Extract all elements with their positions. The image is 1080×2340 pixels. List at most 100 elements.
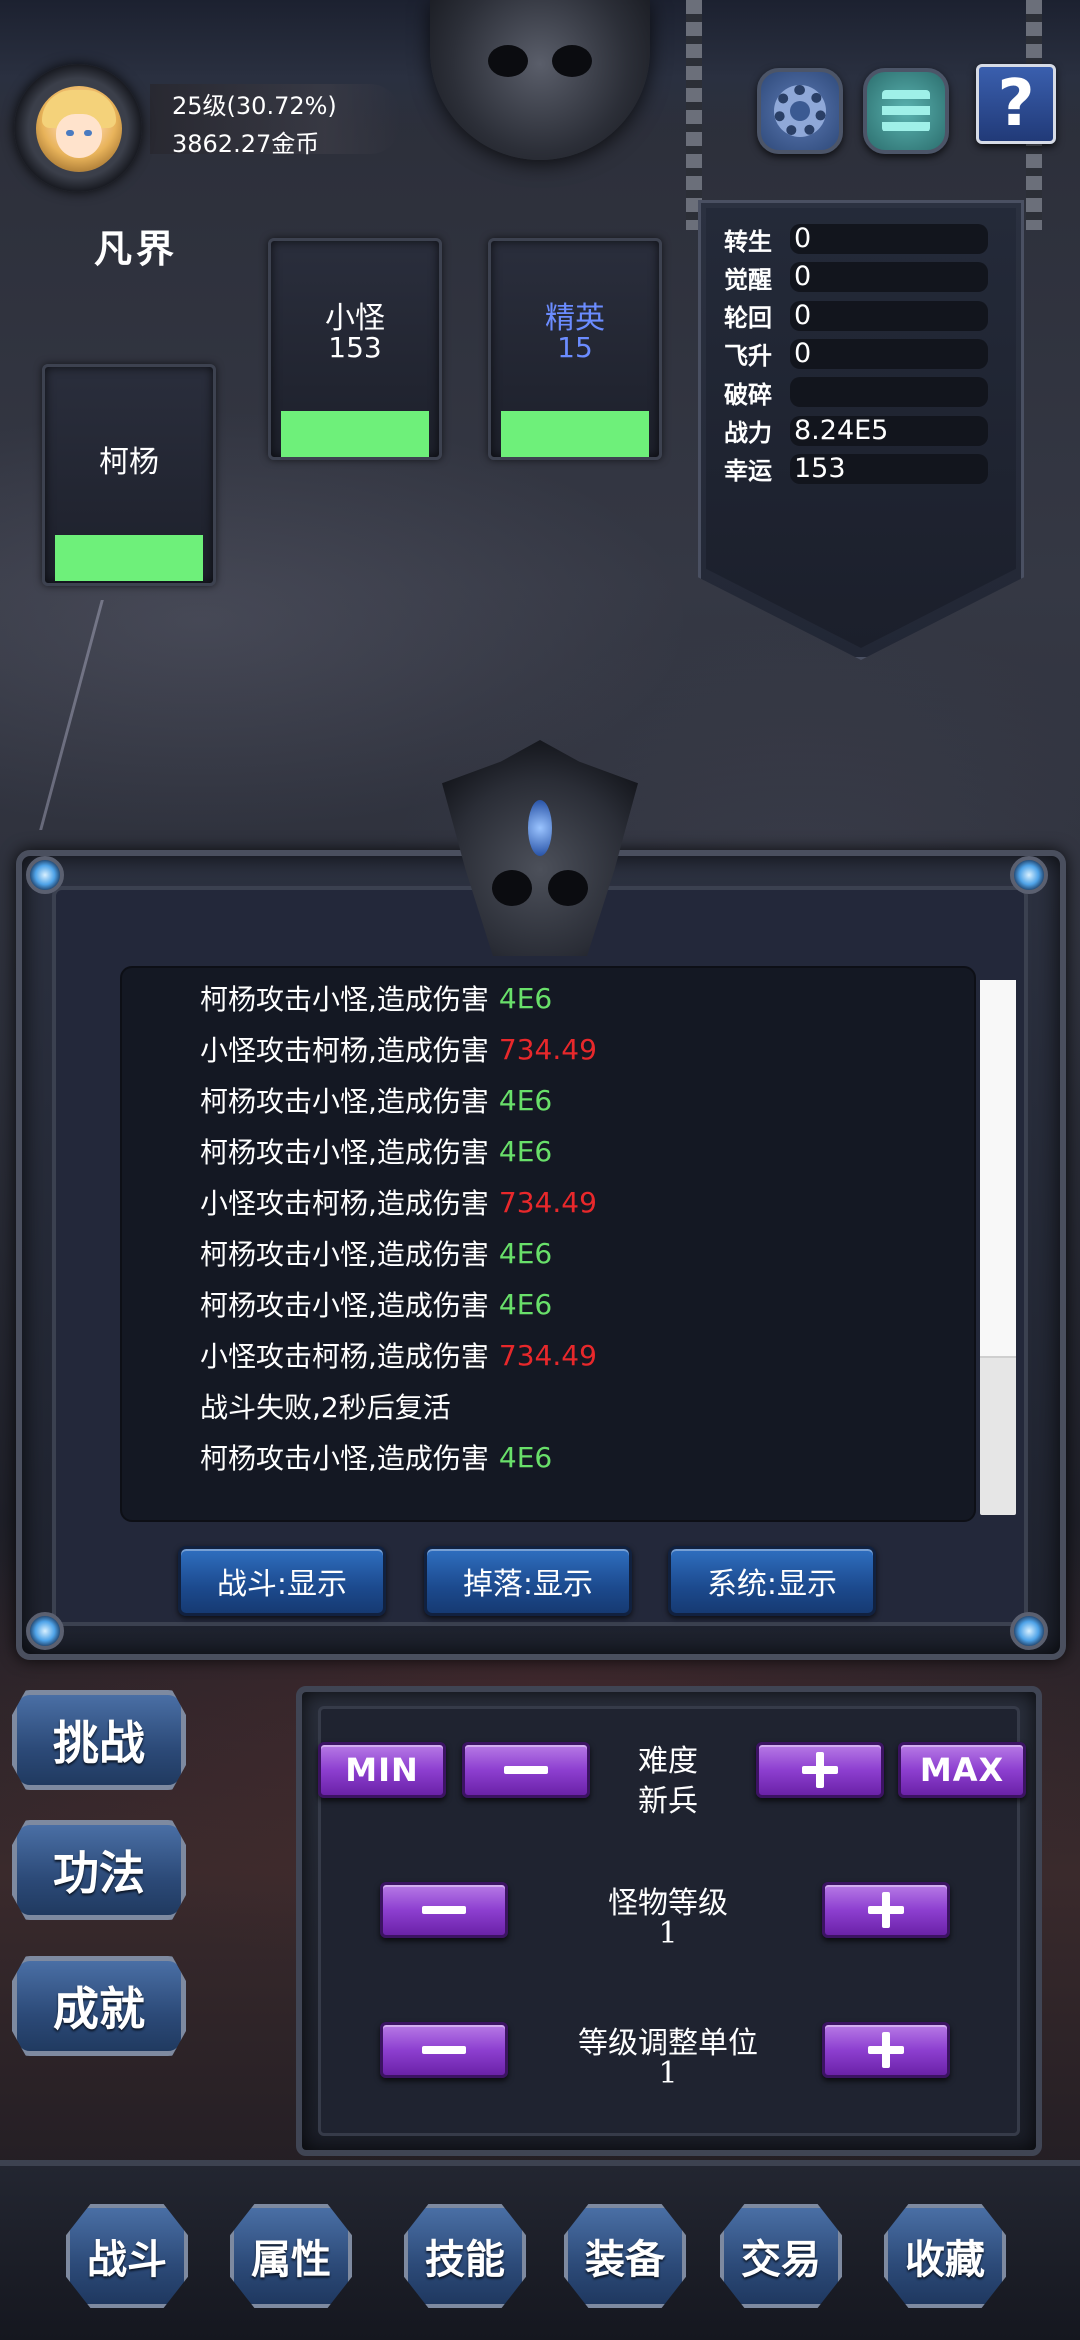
log-entry: 小怪攻击柯杨,造成伤害 734.49 (200, 1335, 597, 1375)
log-entry-text: 柯杨攻击小怪,造成伤害 (200, 1238, 489, 1271)
plus-icon (868, 2032, 904, 2068)
log-entry-damage: 734.49 (498, 1338, 597, 1372)
stat-value: 8.24E5 (790, 415, 988, 446)
log-entry-text: 柯杨攻击小怪,造成伤害 (200, 983, 489, 1016)
log-entry: 柯杨攻击小怪,造成伤害 4E6 (200, 1437, 552, 1477)
system-filter-button[interactable]: 系统:显示 (668, 1546, 876, 1616)
nav-attributes[interactable]: 属性 (230, 2204, 352, 2308)
technique-button[interactable]: 功法 (12, 1820, 186, 1920)
log-entry: 小怪攻击柯杨,造成伤害 734.49 (200, 1182, 597, 1222)
nav-skills[interactable]: 技能 (404, 2204, 526, 2308)
log-entry-damage: 4E6 (498, 1134, 553, 1168)
stat-row: 幸运 153 (724, 453, 988, 486)
hamburger-menu-icon (882, 90, 930, 132)
stat-label: 觉醒 (724, 264, 772, 294)
stat-label: 战力 (724, 418, 772, 447)
log-entry-damage: 734.49 (498, 1185, 597, 1219)
monster-level-decrease-button[interactable] (380, 1882, 508, 1938)
stat-label: 轮回 (724, 303, 772, 333)
player-hp-bar (55, 535, 203, 581)
stat-label: 转生 (724, 226, 772, 256)
help-button[interactable]: ? (976, 64, 1056, 144)
level-step-value: 1 (658, 2056, 678, 2091)
difficulty-increase-button[interactable] (756, 1742, 884, 1798)
log-entry-text: 小怪攻击柯杨,造成伤害 (200, 1187, 489, 1220)
minus-icon (422, 1906, 466, 1914)
log-scrollbar-thumb[interactable] (980, 980, 1016, 1358)
log-entry: 柯杨攻击小怪,造成伤害 4E6 (200, 1131, 552, 1171)
log-entry: 柯杨攻击小怪,造成伤害 4E6 (200, 1080, 552, 1120)
question-mark-icon: ? (997, 67, 1035, 141)
stat-label: 幸运 (724, 456, 772, 486)
gold-text: 3862.27金币 (172, 130, 320, 158)
player-card-name: 柯杨 (99, 445, 159, 480)
nav-trade[interactable]: 交易 (720, 2204, 842, 2308)
plus-icon (868, 1892, 904, 1928)
minion-hp-bar (281, 411, 429, 457)
nav-battle[interactable]: 战斗 (66, 2204, 188, 2308)
orb-ornament-top-right (1010, 856, 1048, 894)
difficulty-title: 难度 (638, 1744, 698, 1779)
level-text: 25级(30.72%) (172, 92, 337, 120)
difficulty-value: 新兵 (638, 1784, 698, 1819)
log-entry-text: 柯杨攻击小怪,造成伤害 (200, 1289, 489, 1322)
log-entry: 柯杨攻击小怪,造成伤害 4E6 (200, 978, 552, 1018)
stat-label: 破碎 (724, 379, 772, 409)
level-step-decrease-button[interactable] (380, 2022, 508, 2078)
log-entry-text: 柯杨攻击小怪,造成伤害 (200, 1085, 489, 1118)
achievement-button[interactable]: 成就 (12, 1956, 186, 2056)
challenge-button[interactable]: 挑战 (12, 1690, 186, 1790)
settings-button[interactable] (757, 68, 843, 154)
nav-collection[interactable]: 收藏 (884, 2204, 1006, 2308)
log-entry-damage: 734.49 (498, 1032, 597, 1066)
monster-level-value: 1 (658, 1916, 678, 1951)
log-entry: 小怪攻击柯杨,造成伤害 734.49 (200, 1029, 597, 1069)
difficulty-min-button[interactable]: MIN (318, 1742, 446, 1798)
log-entry: 战斗失败,2秒后复活 (200, 1386, 451, 1426)
stat-value: 0 (790, 300, 988, 331)
stat-value (790, 377, 988, 408)
stat-label: 飞升 (724, 341, 772, 371)
drop-filter-button[interactable]: 掉落:显示 (424, 1546, 632, 1616)
log-entry-text: 柯杨攻击小怪,造成伤害 (200, 1442, 489, 1475)
stat-row: 觉醒 0 (724, 262, 988, 294)
minus-icon (422, 2046, 466, 2054)
log-entry-text: 小怪攻击柯杨,造成伤害 (200, 1034, 489, 1067)
minion-card[interactable]: 小怪 153 (268, 238, 442, 460)
monster-level-increase-button[interactable] (822, 1882, 950, 1938)
log-entry-text: 小怪攻击柯杨,造成伤害 (200, 1340, 489, 1373)
log-entry-damage: 4E6 (498, 1083, 553, 1117)
orb-ornament-bottom-left (26, 1612, 64, 1650)
stat-row: 战力 8.24E5 (724, 415, 988, 447)
log-entry-damage: 4E6 (498, 981, 553, 1015)
stat-value: 0 (790, 338, 988, 369)
realm-label: 凡界 (94, 226, 179, 271)
player-card[interactable]: 柯杨 (42, 364, 216, 586)
minus-icon (504, 1766, 548, 1774)
gear-icon (774, 85, 826, 137)
menu-button[interactable] (863, 68, 949, 154)
nav-equipment[interactable]: 装备 (564, 2204, 686, 2308)
avatar[interactable] (36, 86, 122, 172)
log-entry-damage: 4E6 (498, 1287, 553, 1321)
stat-value: 0 (790, 262, 988, 293)
log-entry: 柯杨攻击小怪,造成伤害 4E6 (200, 1284, 552, 1324)
plus-icon (802, 1752, 838, 1788)
elite-card[interactable]: 精英 15 (488, 238, 662, 460)
stat-row: 轮回 0 (724, 300, 988, 333)
log-entry-damage: 4E6 (498, 1236, 553, 1270)
elite-card-count: 15 (557, 331, 593, 364)
orb-ornament-top-left (26, 856, 64, 894)
stat-row: 破碎 (724, 377, 988, 409)
level-step-increase-button[interactable] (822, 2022, 950, 2078)
log-entry-damage: 4E6 (498, 1440, 553, 1474)
stat-value: 0 (790, 224, 988, 254)
chain-ornament-left (686, 0, 702, 230)
log-entry: 柯杨攻击小怪,造成伤害 4E6 (200, 1233, 552, 1273)
orb-ornament-bottom-right (1010, 1612, 1048, 1650)
log-entry-text: 战斗失败,2秒后复活 (200, 1391, 451, 1424)
difficulty-max-button[interactable]: MAX (898, 1742, 1026, 1798)
stat-row: 转生 0 (724, 224, 988, 256)
battle-filter-button[interactable]: 战斗:显示 (178, 1546, 386, 1616)
stat-row: 飞升 0 (724, 338, 988, 371)
